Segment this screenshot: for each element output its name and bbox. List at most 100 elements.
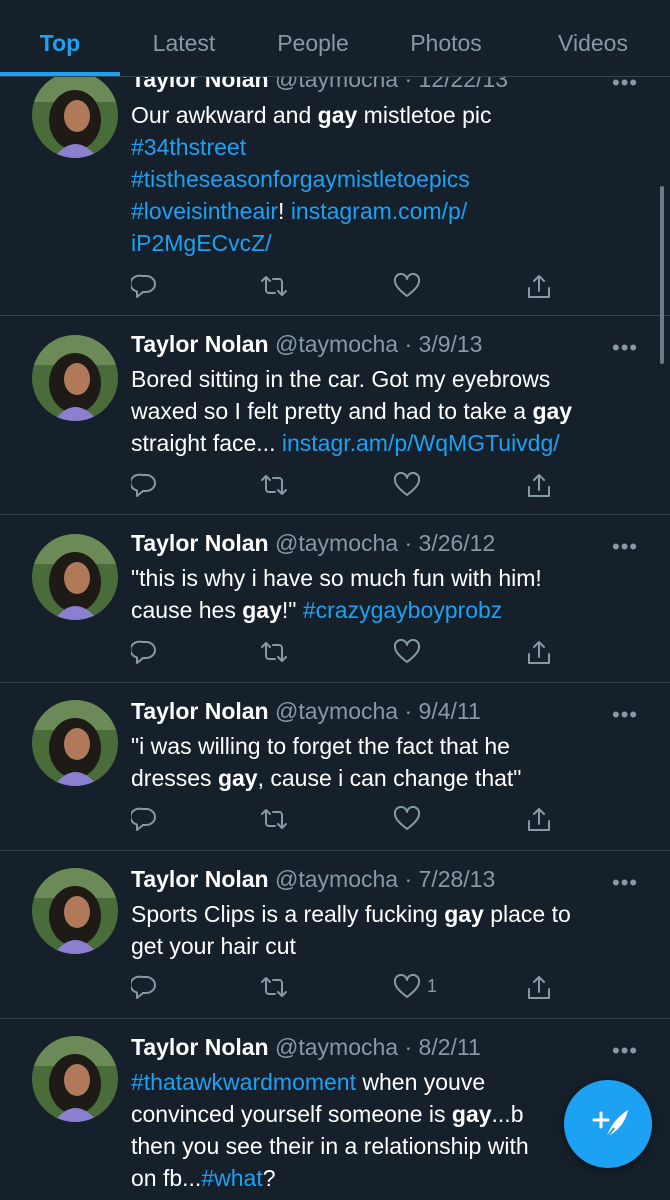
hashtag-link[interactable]: #thatawkwardmoment: [131, 1069, 356, 1095]
tweet-header: Taylor Nolan @taymocha · 9/4/11: [131, 698, 481, 725]
author-name[interactable]: Taylor Nolan: [131, 331, 269, 357]
avatar[interactable]: [32, 534, 118, 620]
share-icon[interactable]: [526, 639, 552, 667]
tweet-header: Taylor Nolan @taymocha · 3/9/13: [131, 331, 482, 358]
text-line: get your hair cut: [131, 933, 296, 959]
hashtag-link[interactable]: #loveisintheair: [131, 198, 278, 224]
text-fragment: , cause i can change that": [257, 765, 522, 791]
tweet[interactable]: Taylor Nolan @taymocha · 3/26/12 ••• "th…: [0, 514, 670, 683]
like-icon[interactable]: [393, 639, 421, 667]
avatar[interactable]: [32, 72, 118, 158]
tweet-date[interactable]: 8/2/11: [419, 1034, 481, 1060]
text-fragment: waxed so I felt pretty and had to take a: [131, 398, 533, 424]
author-handle[interactable]: @taymocha: [275, 1034, 398, 1060]
more-options-icon[interactable]: •••: [612, 1038, 638, 1064]
like-icon[interactable]: [393, 806, 421, 834]
tweet-text: "i was willing to forget the fact that h…: [131, 730, 631, 794]
tweet-text: Bored sitting in the car. Got my eyebrow…: [131, 363, 651, 459]
url-link[interactable]: instagram.com/p/: [291, 198, 467, 224]
highlighted-term: gay: [532, 398, 573, 424]
separator: ·: [398, 1034, 419, 1060]
url-link[interactable]: instagr.am/p/WqMGTuivdg/: [282, 430, 560, 456]
reply-icon[interactable]: [131, 472, 157, 500]
compose-tweet-button[interactable]: [564, 1080, 652, 1168]
author-handle[interactable]: @taymocha: [275, 331, 398, 357]
separator: ·: [398, 331, 419, 357]
tweet-actions: [131, 806, 561, 834]
text-fragment: Sports Clips is a really fucking: [131, 901, 445, 927]
active-tab-indicator: [0, 72, 120, 76]
tweet-actions: 1: [131, 974, 561, 1002]
share-icon[interactable]: [526, 273, 552, 301]
tweet-header: Taylor Nolan @taymocha · 3/26/12: [131, 530, 495, 557]
tweet[interactable]: Taylor Nolan @taymocha · 9/4/11 ••• "i w…: [0, 682, 670, 851]
share-icon[interactable]: [526, 806, 552, 834]
retweet-icon[interactable]: [259, 472, 289, 500]
avatar[interactable]: [32, 335, 118, 421]
highlighted-term: gay: [242, 597, 282, 623]
like-icon[interactable]: [393, 974, 421, 1002]
more-options-icon[interactable]: •••: [612, 870, 638, 896]
separator: ·: [398, 866, 419, 892]
tab-people[interactable]: People: [253, 0, 373, 76]
search-results-feed[interactable]: Taylor Nolan @taymocha · 12/22/13 ••• Ou…: [0, 0, 670, 1200]
share-icon[interactable]: [526, 472, 552, 500]
like-icon[interactable]: [393, 273, 421, 301]
reply-icon[interactable]: [131, 273, 157, 301]
text-fragment: ?: [262, 1165, 276, 1191]
hashtag-link[interactable]: #what: [201, 1165, 262, 1191]
retweet-icon[interactable]: [259, 974, 289, 1002]
reply-icon[interactable]: [131, 974, 157, 1002]
text-fragment: on fb...: [131, 1165, 202, 1191]
hashtag-link[interactable]: #tistheseasonforgaymistletoepics: [131, 166, 470, 192]
author-name[interactable]: Taylor Nolan: [131, 530, 269, 556]
tweet-date[interactable]: 9/4/11: [419, 698, 481, 724]
hashtag-link[interactable]: #crazygayboyprobz: [303, 597, 502, 623]
text-fragment: Our awkward and: [131, 102, 318, 128]
more-options-icon[interactable]: •••: [612, 534, 638, 560]
reply-icon[interactable]: [131, 639, 157, 667]
text-line: Bored sitting in the car. Got my eyebrow…: [131, 366, 551, 392]
more-options-icon[interactable]: •••: [612, 702, 638, 728]
retweet-icon[interactable]: [259, 806, 289, 834]
author-handle[interactable]: @taymocha: [275, 530, 398, 556]
author-name[interactable]: Taylor Nolan: [131, 866, 269, 892]
author-handle[interactable]: @taymocha: [275, 866, 398, 892]
highlighted-term: gay: [444, 901, 484, 927]
text-fragment: straight face...: [131, 430, 282, 456]
tab-top[interactable]: Top: [0, 0, 120, 76]
retweet-icon[interactable]: [259, 273, 289, 301]
retweet-icon[interactable]: [259, 639, 289, 667]
text-fragment: !": [281, 597, 303, 623]
avatar[interactable]: [32, 868, 118, 954]
highlighted-term: gay: [451, 1101, 492, 1127]
author-handle[interactable]: @taymocha: [275, 698, 398, 724]
tweet-actions: [131, 472, 561, 500]
hashtag-link[interactable]: #34thstreet: [131, 134, 246, 160]
avatar[interactable]: [32, 1036, 118, 1122]
url-link[interactable]: iP2MgECvcZ/: [131, 230, 272, 256]
tweet[interactable]: Taylor Nolan @taymocha · 7/28/13 ••• Spo…: [0, 850, 670, 1019]
tab-videos[interactable]: Videos: [532, 0, 654, 76]
text-fragment: cause hes: [131, 597, 243, 623]
author-name[interactable]: Taylor Nolan: [131, 1034, 269, 1060]
text-line: then you see their in a relationship wit…: [131, 1133, 529, 1159]
tweet-date[interactable]: 7/28/13: [419, 866, 496, 892]
tab-photos[interactable]: Photos: [386, 0, 506, 76]
text-fragment: ...b: [491, 1101, 524, 1127]
more-options-icon[interactable]: •••: [612, 335, 638, 361]
share-icon[interactable]: [526, 974, 552, 1002]
reply-icon[interactable]: [131, 806, 157, 834]
author-name[interactable]: Taylor Nolan: [131, 698, 269, 724]
tweet[interactable]: Taylor Nolan @taymocha · 3/9/13 ••• Bore…: [0, 315, 670, 515]
tweet-actions: [131, 639, 561, 667]
scrollbar[interactable]: [660, 186, 664, 364]
tweet-date[interactable]: 3/26/12: [419, 530, 496, 556]
text-fragment: place to: [483, 901, 571, 927]
separator: ·: [398, 530, 419, 556]
tweet-date[interactable]: 3/9/13: [419, 331, 483, 357]
avatar[interactable]: [32, 700, 118, 786]
text-fragment: !: [278, 198, 291, 224]
tab-latest[interactable]: Latest: [124, 0, 244, 76]
like-icon[interactable]: [393, 472, 421, 500]
